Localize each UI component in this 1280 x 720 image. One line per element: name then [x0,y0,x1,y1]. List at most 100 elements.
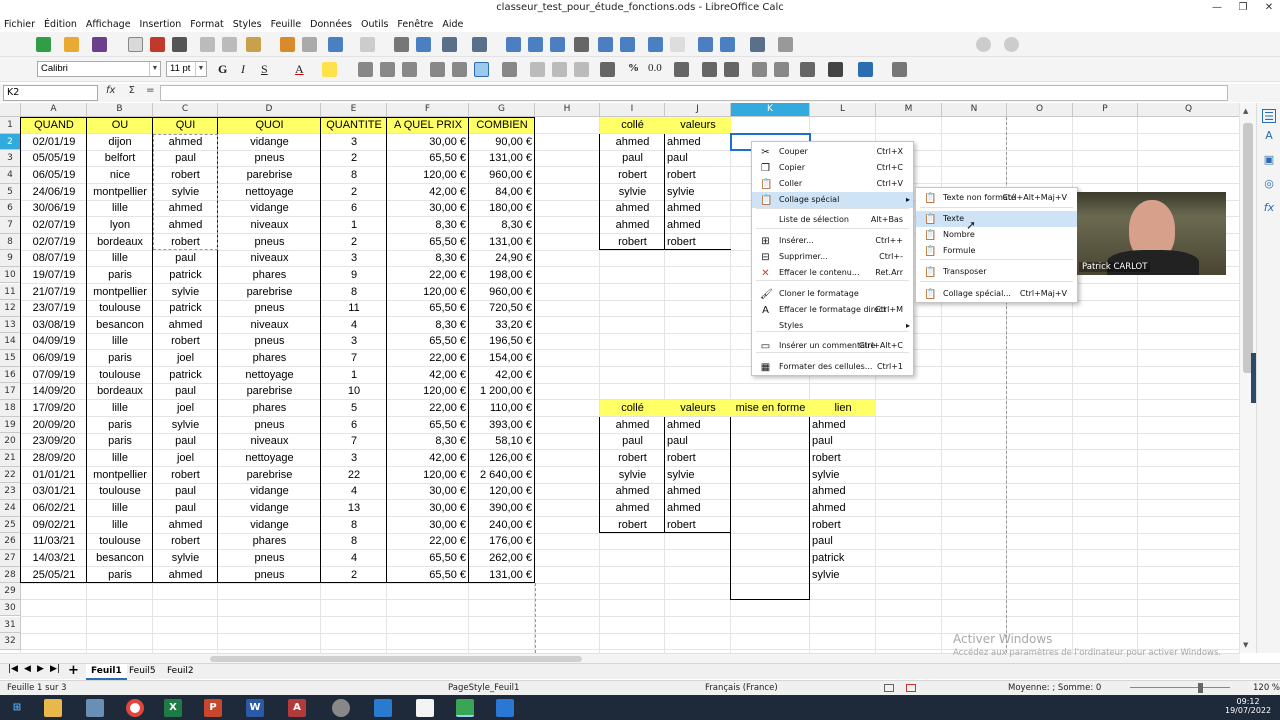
context-menu-item[interactable]: ⊞ Insérer... Ctrl++ [752,233,913,249]
colle-cell[interactable]: ahmed [600,217,665,233]
row-header[interactable]: 2 [0,133,21,151]
table-cell[interactable]: 30/06/19 [21,200,87,216]
table-cell[interactable]: niveaux [218,217,321,233]
table-cell[interactable]: joel [153,450,218,466]
table-cell[interactable]: 02/01/19 [21,134,87,150]
table-header[interactable]: QUI [153,117,218,133]
table-cell[interactable]: niveaux [218,317,321,333]
table-cell[interactable]: phares [218,350,321,366]
table-cell[interactable]: 176,00 € [469,533,535,549]
sort-descending-icon[interactable] [550,37,565,52]
scroll-down-icon[interactable]: ▼ [1243,641,1248,649]
table-cell[interactable]: vidange [218,517,321,533]
menu-donnees[interactable]: Données [310,19,352,30]
table-cell[interactable]: lille [87,500,153,516]
table-cell[interactable]: 198,00 € [469,267,535,283]
status-pagestyle[interactable]: PageStyle_Feuil1 [448,681,519,695]
colle-cell[interactable]: sylvie [600,467,665,483]
table-header[interactable]: QUOI [218,117,321,133]
lien-cell[interactable]: ahmed [810,483,876,499]
headers-footers-icon[interactable] [750,37,765,52]
colle-cell[interactable]: ahmed [600,483,665,499]
stop-icon[interactable] [1004,37,1019,52]
hyperlink-icon[interactable] [698,37,713,52]
table-cell[interactable]: 154,00 € [469,350,535,366]
table-cell[interactable]: 22,00 € [387,350,469,366]
table-header[interactable]: QUAND [21,117,87,133]
table-cell[interactable]: 04/09/19 [21,333,87,349]
row-header[interactable]: 5 [0,183,21,201]
table-cell[interactable]: 262,00 € [469,550,535,566]
table-cell[interactable]: robert [153,333,218,349]
table-cell[interactable]: ahmed [153,217,218,233]
first-sheet-icon[interactable]: |◀ [8,664,18,674]
sort-icon[interactable] [506,37,521,52]
table-cell[interactable]: 42,00 € [469,367,535,383]
cut-icon[interactable] [200,37,215,52]
functions-icon[interactable]: fx [1262,201,1276,215]
table-cell[interactable]: toulouse [87,483,153,499]
table-cell[interactable]: 8,30 € [387,250,469,266]
context-menu-item[interactable]: ❐ Copier Ctrl+C [752,160,913,176]
undo-icon[interactable] [328,37,343,52]
table-cell[interactable]: 180,00 € [469,200,535,216]
table-cell[interactable]: 131,00 € [469,567,535,583]
row-header[interactable]: 31 [0,616,21,634]
context-menu-item[interactable]: ✂ Couper Ctrl+X [752,144,913,160]
minimize-button[interactable]: — [1204,0,1230,16]
table-cell[interactable]: 19/07/19 [21,267,87,283]
table-cell[interactable]: lille [87,333,153,349]
row-header[interactable]: 32 [0,633,21,650]
properties-icon[interactable]: ☰ [1262,109,1276,123]
menu-insertion[interactable]: Insertion [140,19,182,30]
table-cell[interactable]: pneus [218,567,321,583]
styles-icon[interactable]: A [1262,129,1276,143]
table-header[interactable]: COMBIEN [469,117,535,133]
table-cell[interactable]: 06/02/21 [21,500,87,516]
valeurs-cell[interactable]: robert [665,234,731,250]
column-header-c[interactable]: C [153,103,218,117]
table-cell[interactable]: 02/07/19 [21,234,87,250]
table-cell[interactable]: robert [153,234,218,250]
document-icon[interactable] [416,699,434,717]
table-cell[interactable]: toulouse [87,367,153,383]
table-cell[interactable]: 30,00 € [387,517,469,533]
colle-cell[interactable]: ahmed [600,134,665,150]
next-sheet-icon[interactable]: ▶ [37,664,44,674]
table-cell[interactable]: 58,10 € [469,433,535,449]
table-cell[interactable]: 6 [321,200,387,216]
media-icon[interactable] [332,699,350,717]
access-icon[interactable]: A [288,699,306,717]
sheet-tab-feuil1[interactable]: Feuil1 [86,664,127,680]
table-cell[interactable]: montpellier [87,184,153,200]
table-cell[interactable]: vidange [218,483,321,499]
table-cell[interactable]: pneus [218,333,321,349]
table-cell[interactable]: robert [153,167,218,183]
table-bottom-header[interactable]: valeurs [665,400,731,417]
restore-button[interactable]: ❐ [1230,0,1256,16]
merge-cells-icon[interactable] [530,62,545,77]
table-cell[interactable]: 6 [321,417,387,433]
row-header[interactable]: 3 [0,150,21,167]
submenu-item[interactable]: 📋 Nombre [916,227,1077,243]
table-cell[interactable]: vidange [218,134,321,150]
italic-button[interactable]: I [241,62,245,77]
status-language[interactable]: Français (France) [705,681,778,695]
table-cell[interactable]: phares [218,400,321,416]
table-cell[interactable]: 126,00 € [469,450,535,466]
column-header-m[interactable]: M [876,103,942,117]
table-cell[interactable]: 11 [321,300,387,316]
chevron-down-icon[interactable]: ▼ [149,62,160,76]
lien-cell[interactable]: sylvie [810,467,876,483]
menu-fenetre[interactable]: Fenêtre [397,19,433,30]
table-cell[interactable]: nettoyage [218,184,321,200]
menu-fichier[interactable]: Fichier [4,19,35,30]
currency-format-icon[interactable] [600,62,615,77]
table-cell[interactable]: 24/06/19 [21,184,87,200]
conditional-format-icon[interactable] [892,62,907,77]
table-header[interactable]: OU [87,117,153,133]
colle-cell[interactable]: paul [600,433,665,449]
row-header[interactable]: 11 [0,283,21,301]
table-cell[interactable]: 90,00 € [469,134,535,150]
table-bottom-header[interactable]: collé [600,400,665,417]
